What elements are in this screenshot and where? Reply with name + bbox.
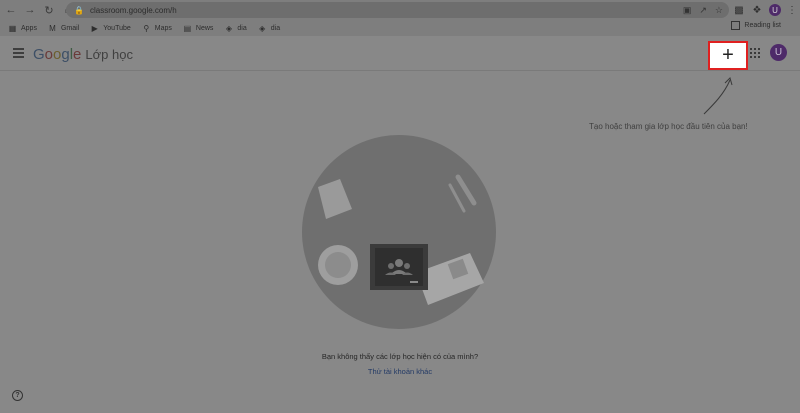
bookmark-apps[interactable]: ▦ Apps: [8, 24, 37, 33]
product-name: Lớp học: [85, 47, 133, 62]
switch-account-link[interactable]: Thử tài khoản khác: [0, 367, 800, 376]
bookmark-dia[interactable]: ◈ dia: [224, 23, 247, 33]
help-icon[interactable]: ?: [12, 390, 23, 401]
google-apps-icon[interactable]: [750, 48, 760, 58]
extensions-area: ▩ ❖ U ⋮: [733, 2, 797, 18]
profile-icon[interactable]: U: [769, 4, 781, 16]
lock-icon: 🔒: [74, 5, 84, 15]
app-bar: Google Lớp học + U: [0, 36, 800, 71]
create-class-hint: Tạo hoặc tham gia lớp học đầu tiên của b…: [589, 122, 748, 131]
bookmark-star-icon[interactable]: ☆: [715, 5, 723, 16]
apps-grid-icon: ▦: [8, 23, 17, 33]
more-menu-icon[interactable]: ⋮: [787, 5, 797, 16]
reading-list[interactable]: Reading list: [731, 21, 781, 30]
empty-state-title: Bạn không thấy các lớp học hiện có của m…: [321, 352, 479, 361]
bookmark-label: Maps: [154, 24, 172, 32]
maps-icon: ⚲: [143, 23, 150, 33]
extension-icon[interactable]: ▩: [733, 4, 745, 16]
bookmark-news[interactable]: ▤ News: [183, 24, 214, 33]
bookmark-dia[interactable]: ◈ dia: [258, 24, 280, 33]
create-join-class-button[interactable]: +: [708, 41, 748, 70]
bookmark-label: Gmail: [60, 24, 80, 32]
bookmark-label: Apps: [21, 24, 37, 32]
url-text: classroom.google.com/h: [89, 5, 177, 15]
reading-list-icon: [731, 21, 741, 30]
empty-classroom-illustration: [302, 135, 496, 329]
forward-icon[interactable]: →: [22, 2, 38, 18]
puzzle-icon[interactable]: ❖: [751, 4, 763, 16]
news-icon: ▤: [183, 23, 192, 33]
google-classroom-logo[interactable]: Google Lớp học: [33, 46, 133, 63]
reload-icon[interactable]: ↻: [41, 2, 57, 18]
bookmark-label: YouTube: [103, 24, 131, 32]
classroom-page: Google Lớp học + U Tạo hoặc tham gia lớp…: [0, 36, 800, 413]
dia-icon: ◈: [225, 23, 232, 33]
dia-icon: ◈: [259, 23, 266, 33]
hint-arrow-icon: [703, 77, 733, 115]
bookmark-label: News: [195, 24, 214, 32]
reading-list-label: Reading list: [744, 22, 781, 29]
back-icon[interactable]: ←: [3, 2, 19, 18]
youtube-icon: ▶: [91, 23, 98, 33]
hamburger-menu-icon[interactable]: [13, 48, 24, 58]
gmail-icon: M: [49, 23, 56, 33]
address-bar[interactable]: 🔒 classroom.google.com/h ▣ ↗ ☆: [66, 2, 729, 18]
bookmarks-bar: ▦ Apps M Gmail ▶ YouTube ⚲ Maps ▤ News ◈ dia ◈ dia: [0, 20, 800, 36]
browser-chrome: ← → ↻ ⌂ 🔒 classroom.google.com/h ▣ ↗ ☆ ▩…: [0, 0, 800, 36]
translate-icon[interactable]: ▣: [683, 5, 692, 16]
bookmark-label: dia: [270, 24, 281, 32]
bookmark-maps[interactable]: ⚲ Maps: [142, 24, 172, 33]
bookmark-youtube[interactable]: ▶ YouTube: [90, 24, 131, 33]
bookmark-label: dia: [237, 24, 247, 32]
bookmark-gmail[interactable]: M Gmail: [48, 24, 79, 33]
account-avatar[interactable]: U: [770, 44, 787, 61]
share-icon[interactable]: ↗: [699, 5, 707, 16]
